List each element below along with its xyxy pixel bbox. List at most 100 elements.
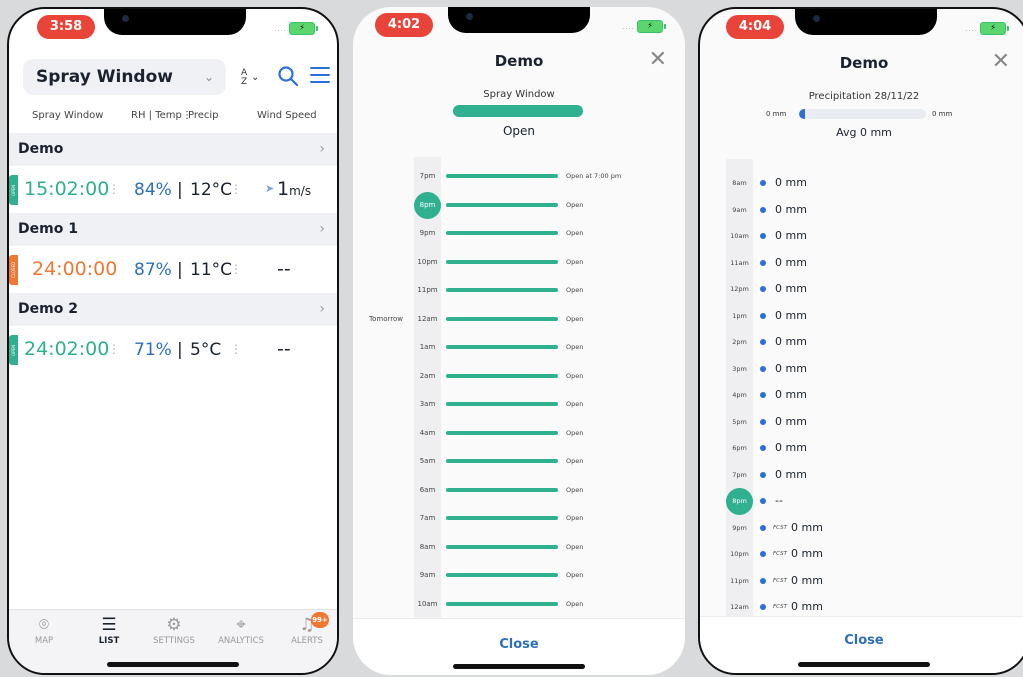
- precip-value: 0 mm: [791, 573, 823, 587]
- precip-row: 3pm 0 mm: [700, 356, 1023, 382]
- hamburger-menu-icon[interactable]: [310, 67, 330, 85]
- precip-value: 0 mm: [791, 547, 823, 560]
- hour-row: 6am Open: [353, 477, 683, 505]
- wind-value: --: [277, 258, 291, 280]
- hour-row: 1am Open: [353, 334, 683, 362]
- chevron-down-icon: ⌄: [203, 70, 214, 84]
- temp-value: 12°C: [190, 180, 233, 200]
- spray-status-bar: [446, 573, 558, 577]
- precip-value: 0 mm: [775, 308, 807, 322]
- col-rh-temp: RH | Temp: [131, 110, 182, 121]
- phone-list-screen: 3:58 ···· ⚡ Spray Window ⌄ AZ ⌄ Spray Wi…: [7, 7, 339, 675]
- hour-label: 7am: [419, 514, 436, 522]
- precip-row: 5pm 0 mm: [700, 409, 1023, 435]
- group-header-demo-1[interactable]: Demo 1 ›: [9, 213, 337, 246]
- rh-value: 71%: [134, 340, 172, 360]
- spray-status-bar: [446, 316, 558, 321]
- hour-label: 5am: [419, 457, 436, 465]
- spray-status-text: Open: [566, 485, 584, 494]
- hour-label: 10pm: [417, 257, 438, 266]
- spray-window-label: Spray Window: [483, 89, 555, 100]
- group-header-demo-2[interactable]: Demo 2 ›: [9, 293, 337, 326]
- precip-min-label: 0 mm: [766, 110, 787, 118]
- spray-status-text: Open: [566, 286, 584, 294]
- nav-analytics[interactable]: ⌖ ANALYTICS: [211, 614, 271, 646]
- precip-value: 0 mm: [775, 229, 807, 242]
- list-item[interactable]: OPEN 24:02:00 ⋮ 71% | 5°C ⋮ --: [9, 327, 337, 373]
- hour-row: 11pm Open: [353, 277, 683, 305]
- precip-row: 10pm FCST 0 mm: [700, 541, 1023, 567]
- hour-label: 9am: [419, 571, 436, 579]
- hour-label: 4am: [419, 428, 436, 437]
- spray-status-text: Open: [566, 257, 584, 266]
- spray-window-bar: [453, 105, 583, 117]
- col-wind-speed: Wind Speed: [257, 110, 317, 121]
- spray-status-text: Open at 7:00 pm: [566, 172, 622, 180]
- spray-status-text: Open: [566, 200, 584, 209]
- precip-dot: [760, 365, 766, 372]
- modal-title: Demo: [494, 52, 544, 70]
- hour-label: 3pm: [732, 364, 747, 373]
- caret-down-icon: ⌄: [251, 72, 260, 83]
- hour-label: 2am: [419, 371, 436, 380]
- hour-row: 7am Open: [353, 505, 683, 533]
- battery-charging-icon: ⚡: [289, 22, 318, 35]
- hour-row: 8pm Open: [353, 191, 683, 220]
- group-name: Demo: [18, 141, 64, 157]
- precip-dot: [760, 233, 766, 239]
- precip-average: Avg 0 mm: [836, 126, 892, 139]
- group-header-demo[interactable]: Demo ›: [9, 133, 337, 166]
- list-item[interactable]: CLOSED 24:00:00 87% | 11°C ⋮ --: [9, 247, 337, 293]
- precip-row: 4pm 0 mm: [700, 382, 1023, 408]
- list-item[interactable]: OPEN 15:02:00 ⋮ 84% | 12°C ⋮ ➤ 1m/s: [9, 167, 337, 213]
- view-select[interactable]: Spray Window ⌄: [23, 59, 226, 95]
- precip-row: 6pm 0 mm: [700, 435, 1023, 461]
- spray-status-text: Open: [566, 343, 584, 351]
- hour-row: 9pm Open: [353, 220, 683, 248]
- hour-label: 8am: [419, 542, 436, 551]
- precip-dot: [760, 604, 766, 610]
- home-indicator: [798, 662, 930, 667]
- status-badge: CLOSED: [9, 255, 18, 285]
- precip-max-label: 0 mm: [932, 110, 953, 118]
- camera-icon: [466, 13, 473, 20]
- close-icon[interactable]: ✕: [649, 47, 667, 72]
- close-icon[interactable]: ✕: [992, 49, 1010, 74]
- col-precip: Precip: [188, 110, 219, 121]
- spray-status-text: Open: [566, 457, 584, 465]
- nav-list[interactable]: ☰ LIST: [79, 614, 139, 646]
- status-time: 3:58: [37, 15, 95, 39]
- sort-az-icon[interactable]: AZ ⌄: [241, 67, 267, 89]
- nav-label: LIST: [98, 636, 120, 646]
- close-button[interactable]: Close: [700, 633, 1023, 648]
- hour-label: 9am: [732, 205, 747, 214]
- precip-row: 8pm --: [700, 488, 1023, 515]
- nav-settings[interactable]: ⚙ SETTINGS: [144, 614, 204, 646]
- status-badge: OPEN: [9, 335, 18, 365]
- precip-value: 0 mm: [775, 388, 807, 401]
- spray-status-bar: [446, 345, 558, 349]
- close-button[interactable]: Close: [353, 637, 685, 652]
- view-select-value: Spray Window: [36, 67, 173, 87]
- precip-row: 8am 0 mm: [700, 170, 1023, 196]
- temp-value: 11°C: [190, 260, 233, 280]
- signal-icon: ····: [622, 25, 635, 33]
- hour-label: 10am: [417, 599, 438, 608]
- search-icon[interactable]: [277, 65, 299, 87]
- hour-label: 12pm: [730, 285, 749, 293]
- precip-row: 1pm 0 mm: [700, 303, 1023, 329]
- hour-row: Tomorrow 12am Open: [353, 306, 683, 334]
- more-dots-icon: ⋮: [230, 342, 242, 356]
- precip-value: 0 mm: [775, 441, 807, 454]
- signal-icon: ····: [965, 27, 978, 35]
- nav-map[interactable]: ⌾ MAP: [14, 614, 74, 646]
- hour-row: 3am Open: [353, 391, 683, 419]
- modal-title: Demo: [839, 54, 889, 72]
- precip-value: 0 mm: [791, 600, 823, 613]
- hour-label: 6am: [419, 485, 436, 494]
- hour-label: 5pm: [732, 417, 747, 426]
- nav-alerts[interactable]: ♫ 99+ ALERTS: [277, 612, 337, 646]
- signal-icon: ····: [274, 27, 287, 35]
- precipitation-label: Precipitation 28/11/22: [808, 91, 920, 102]
- hour-label: 3am: [419, 400, 436, 408]
